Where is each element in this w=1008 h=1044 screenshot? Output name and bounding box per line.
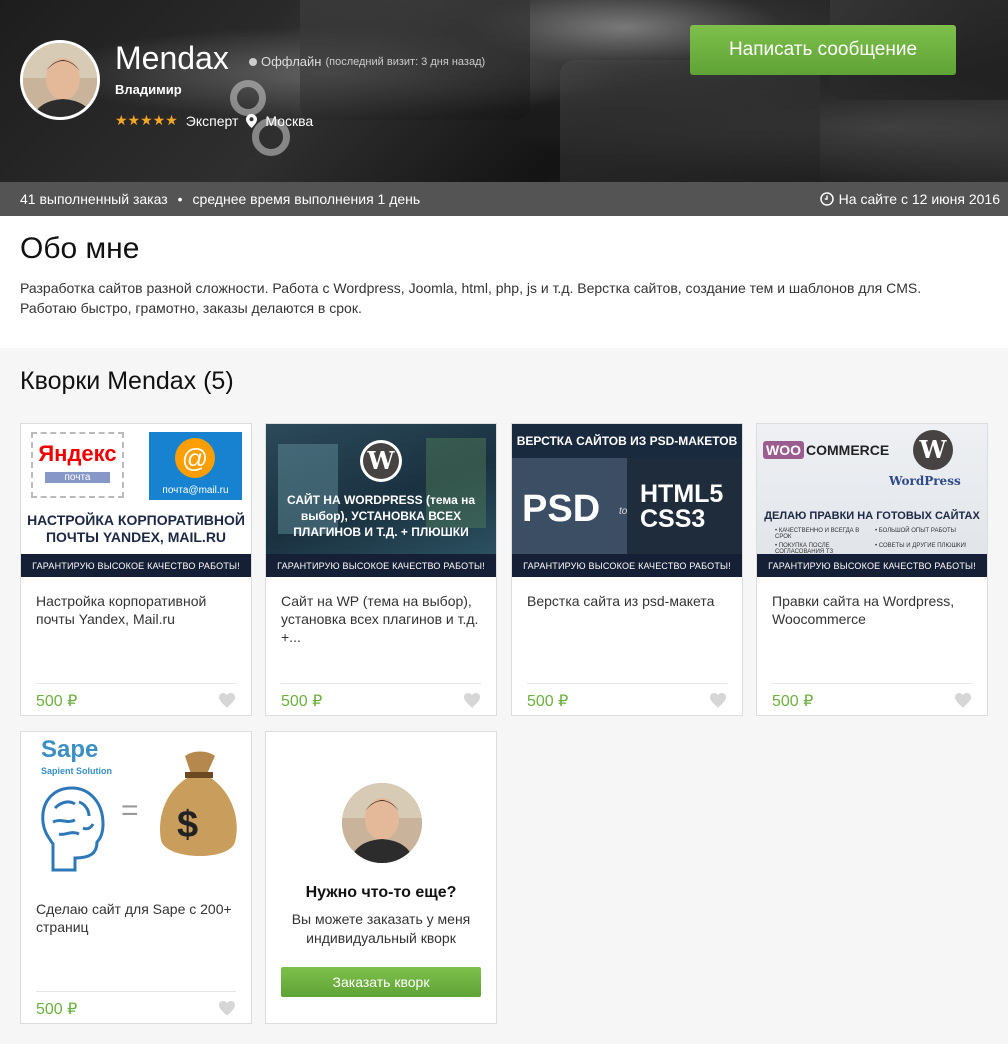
stats-bar: 41 выполненный заказ • среднее время вып… (0, 182, 1008, 216)
send-message-button[interactable]: Написать сообщение (690, 25, 956, 75)
kwork-card[interactable]: WOO COMMERCE W WordPress ДЕЛАЮ ПРАВКИ НА … (756, 423, 988, 716)
online-status: Оффлайн (последний визит: 3 дня назад) (249, 54, 485, 69)
heart-icon[interactable] (463, 693, 481, 709)
mail-ru-logo: @ почта@mail.ru (149, 432, 242, 500)
avatar (342, 783, 422, 863)
yandex-sub: почта (45, 472, 110, 483)
card-divider (772, 683, 972, 684)
banner-strip: ГАРАНТИРУЮ ВЫСОКОЕ КАЧЕСТВО РАБОТЫ! (512, 554, 742, 577)
kwork-title[interactable]: Верстка сайта из psd-макета (527, 592, 732, 610)
kwork-price: 500 ₽ (36, 693, 78, 710)
sape-sub: Sapient Solution (41, 766, 112, 776)
yandex-logo: Яндекс (38, 441, 117, 466)
kwork-price: 500 ₽ (281, 693, 323, 710)
city-label: Москва (265, 112, 314, 129)
dollar-sign: $ (177, 804, 199, 846)
heart-icon[interactable] (218, 1001, 236, 1017)
bg-ring (230, 80, 266, 116)
about-text-line2: Работаю быстро, грамотно, заказы делаютс… (20, 300, 362, 316)
status-dot-icon (249, 57, 257, 66)
banner-headline: ДЕЛАЮ ПРАВКИ НА ГОТОВЫХ САЙТАХ (764, 510, 980, 522)
mail-ru-sub: почта@mail.ru (162, 485, 229, 496)
custom-kwork-desc: Вы можете заказать у меня индивидуальный… (291, 911, 471, 946)
kwork-card[interactable]: Яндекс почта @ почта@mail.ru НАСТРОЙКА К… (20, 423, 252, 716)
profile-meta: ★★★★★ Эксперт Москва (115, 112, 313, 129)
kwork-card[interactable]: ВЕРСТКА САЙТОВ ИЗ PSD-МАКЕТОВ PSD to HTM… (511, 423, 743, 716)
kwork-price: 500 ₽ (36, 1001, 78, 1018)
banner-headline: НАСТРОЙКА КОРПОРАТИВНОЙ ПОЧТЫ YANDEX, MA… (27, 512, 245, 545)
sape-logo: Sape (41, 736, 99, 763)
member-since: На сайте с 12 июня 2016 (838, 191, 1000, 207)
banner-bullets: • КАЧЕСТВЕННО И ВСЕГДА В СРОК • БОЛЬШОЙ … (775, 528, 975, 555)
heart-icon[interactable] (709, 693, 727, 709)
css3-text: CSS3 (640, 505, 706, 533)
kwork-thumbnail[interactable]: ВЕРСТКА САЙТОВ ИЗ PSD-МАКЕТОВ PSD to HTM… (512, 424, 742, 577)
heart-icon[interactable] (218, 693, 236, 709)
orders-count: 41 выполненный заказ (20, 191, 168, 207)
yandex-stamp: Яндекс почта (31, 432, 124, 498)
kwork-thumbnail[interactable]: W САЙТ НА WORDPRESS (тема на выбор), УСТ… (266, 424, 496, 577)
kwork-thumbnail[interactable]: Яндекс почта @ почта@mail.ru НАСТРОЙКА К… (21, 424, 251, 577)
kwork-price: 500 ₽ (527, 693, 569, 710)
location-pin-icon (246, 113, 258, 128)
wordpress-logo-icon: W (360, 440, 402, 482)
wordpress-logo-icon: W (913, 430, 953, 470)
kwork-price: 500 ₽ (772, 693, 814, 710)
kwork-card[interactable]: Sape Sapient Solution = $ Сделаю сайт дл… (20, 731, 252, 1024)
kwork-title[interactable]: Сайт на WP (тема на выбор), установка вс… (281, 592, 486, 646)
rating-stars-icon: ★★★★★ (115, 112, 178, 128)
html5-text: HTML5 (640, 480, 724, 508)
card-divider (36, 683, 236, 684)
bullet: • КАЧЕСТВЕННО И ВСЕГДА В СРОК (775, 528, 860, 540)
heart-icon[interactable] (954, 693, 972, 709)
stats-separator: • (177, 191, 183, 207)
level-label: Эксперт (185, 112, 239, 129)
avg-time: среднее время выполнения 1 день (192, 191, 421, 207)
card-divider (527, 683, 727, 684)
kworks-heading: Кворки Mendax (5) (20, 367, 234, 395)
profile-header: Mendax Оффлайн (последний визит: 3 дня н… (0, 0, 1008, 182)
card-divider (36, 991, 236, 992)
banner-headline: САЙТ НА WORDPRESS (тема на выбор), УСТАН… (286, 493, 476, 539)
wordpress-wordmark: WordPress (889, 474, 961, 488)
brain-head-icon (41, 786, 105, 872)
bullet: • БОЛЬШОЙ ОПЫТ РАБОТЫ (875, 528, 956, 534)
woocommerce-logo: WOO COMMERCE (763, 441, 889, 459)
kwork-title[interactable]: Настройка корпоративной почты Yandex, Ma… (36, 592, 241, 628)
kwork-title[interactable]: Сделаю сайт для Sape с 200+ страниц (36, 900, 241, 936)
about-title: Обо мне (20, 232, 140, 265)
banner-strip: ГАРАНТИРУЮ ВЫСОКОЕ КАЧЕСТВО РАБОТЫ! (757, 554, 987, 577)
equals-sign: = (121, 794, 139, 827)
clock-icon (819, 192, 834, 206)
status-label: Оффлайн (261, 54, 322, 69)
at-icon: @ (175, 438, 215, 478)
kwork-title[interactable]: Правки сайта на Wordpress, Woocommerce (772, 592, 977, 628)
kwork-thumbnail[interactable]: WOO COMMERCE W WordPress ДЕЛАЮ ПРАВКИ НА … (757, 424, 987, 577)
bg-key (560, 60, 820, 182)
last-visit: (последний визит: 3 дня назад) (325, 55, 486, 68)
html5-css3: HTML5 CSS3 (640, 482, 723, 532)
to-text: to (619, 506, 628, 517)
avatar[interactable] (20, 40, 100, 120)
order-kwork-button[interactable]: Заказать кворк (281, 967, 481, 997)
about-section: Обо мне Разработка сайтов разной сложнос… (0, 216, 1008, 348)
custom-kwork-card: Нужно что-то еще? Вы можете заказать у м… (265, 731, 497, 1024)
banner-strip: ГАРАНТИРУЮ ВЫСОКОЕ КАЧЕСТВО РАБОТЫ! (21, 554, 251, 577)
custom-kwork-question: Нужно что-то еще? (305, 884, 457, 901)
psd-text: PSD (522, 488, 601, 530)
about-text-line1: Разработка сайтов разной сложности. Рабо… (20, 280, 922, 296)
kwork-card[interactable]: W САЙТ НА WORDPRESS (тема на выбор), УСТ… (265, 423, 497, 716)
kwork-thumbnail[interactable]: Sape Sapient Solution = $ (21, 732, 251, 885)
banner-strip: ГАРАНТИРУЮ ВЫСОКОЕ КАЧЕСТВО РАБОТЫ! (266, 554, 496, 577)
first-name: Владимир (115, 82, 182, 97)
card-divider (281, 683, 481, 684)
profile-name: Mendax (115, 40, 229, 76)
banner-top: ВЕРСТКА САЙТОВ ИЗ PSD-МАКЕТОВ (512, 424, 742, 458)
